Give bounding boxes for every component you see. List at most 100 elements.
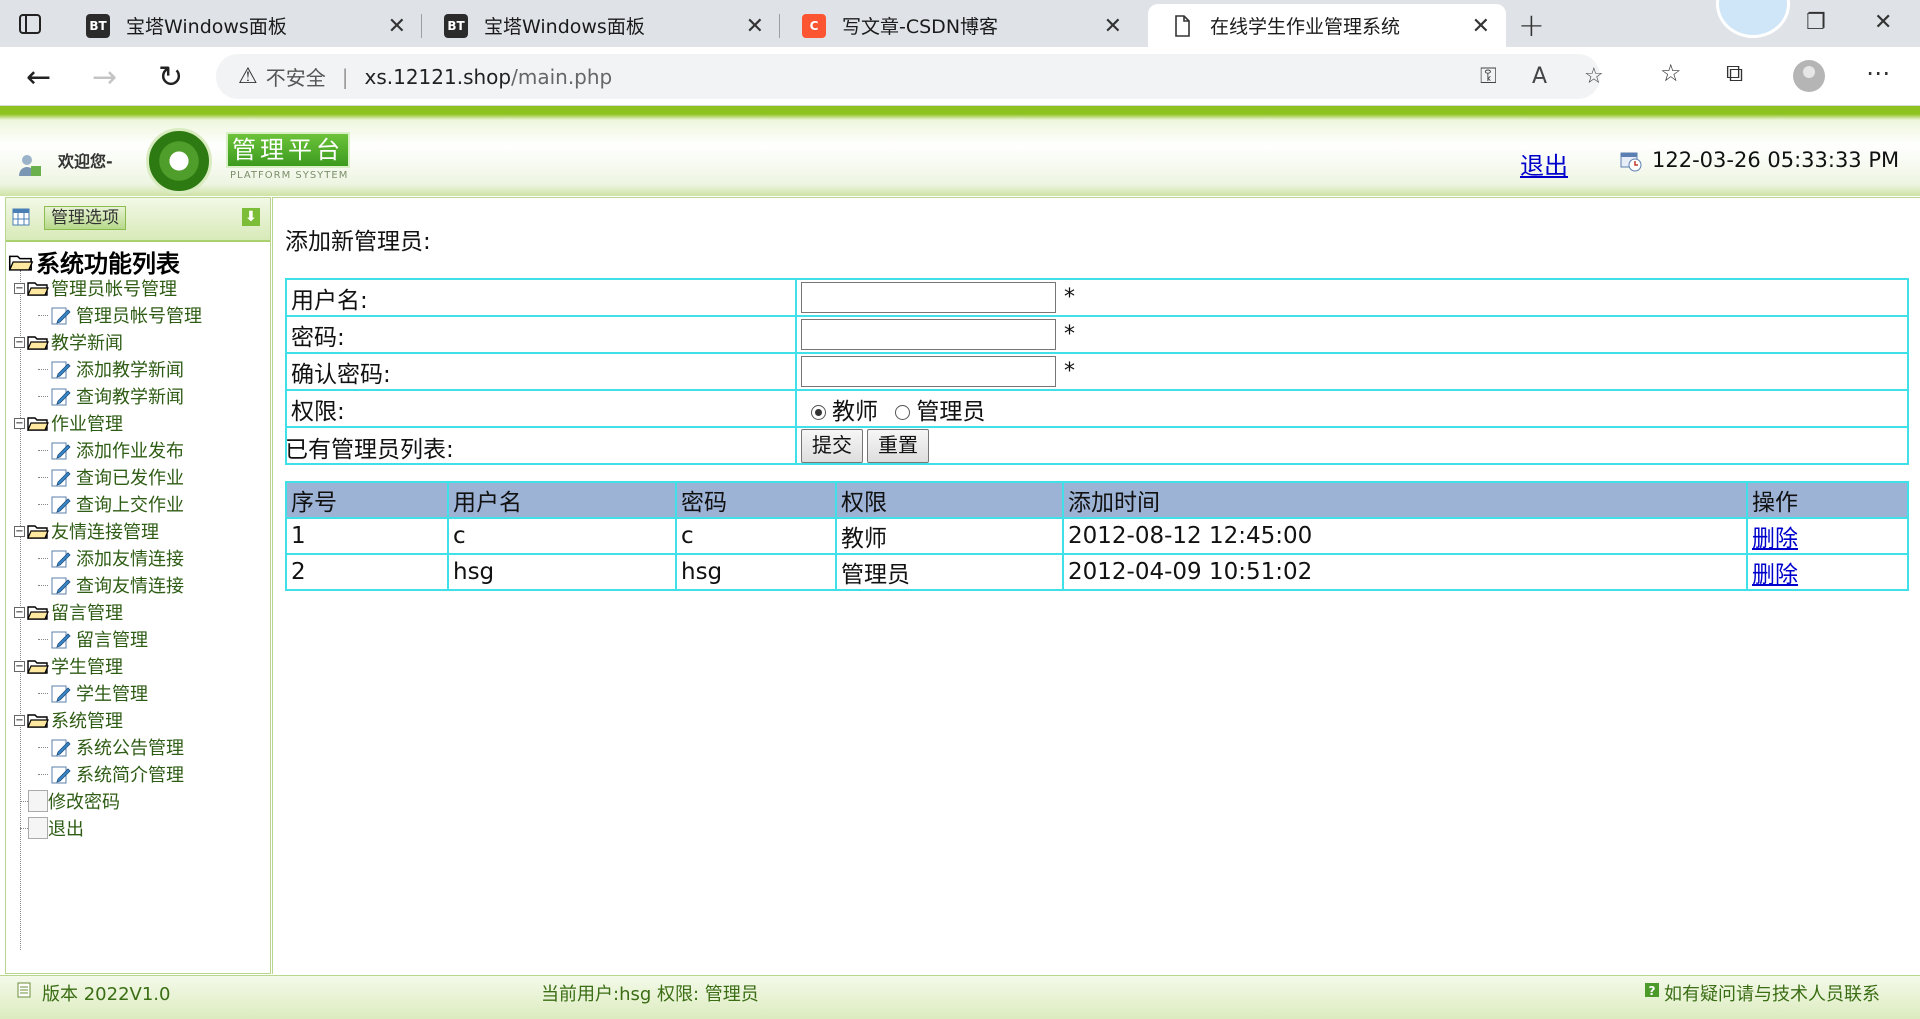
favorites-icon[interactable]: ☆ [1660, 59, 1682, 87]
header-datetime: 122-03-26 05:33:33 PM [1652, 148, 1900, 172]
close-tab-icon[interactable]: ✕ [1472, 14, 1490, 39]
delete-link[interactable]: 删除 [1752, 562, 1798, 588]
sidebar-item-label: 查询教学新闻 [76, 387, 184, 408]
password-input[interactable] [801, 319, 1056, 350]
tab-actions-icon[interactable] [18, 12, 42, 36]
cell-action: 删除 [1746, 517, 1909, 555]
close-window-icon[interactable]: ✕ [1874, 10, 1892, 35]
refresh-icon[interactable]: ↻ [158, 60, 183, 95]
sidebar-item[interactable]: 管理员帐号管理 [38, 302, 202, 328]
confirm-password-label: 确认密码: [285, 352, 797, 391]
edit-pen-icon [51, 442, 71, 460]
sidebar-item[interactable]: 查询已发作业 [38, 464, 184, 490]
add-favorite-icon[interactable]: ☆ [1584, 64, 1604, 89]
sidebar-group[interactable]: − 管理员帐号管理 [14, 275, 177, 301]
role-admin-label[interactable]: 管理员 [916, 399, 985, 425]
sidebar-item[interactable]: 添加教学新闻 [38, 356, 184, 382]
key-icon[interactable]: ⚿ [1480, 64, 1497, 89]
collapse-minus-icon[interactable]: − [14, 606, 25, 618]
cell-action: 删除 [1746, 553, 1909, 591]
close-tab-icon[interactable]: ✕ [1104, 14, 1122, 39]
collapse-minus-icon[interactable]: − [14, 336, 25, 348]
role-cell: 教师 管理员 [795, 389, 1909, 428]
edit-pen-icon [51, 496, 71, 514]
role-teacher-label[interactable]: 教师 [832, 399, 878, 425]
sidebar-group[interactable]: − 系统管理 [14, 707, 123, 733]
sidebar-item-label: 管理员帐号管理 [76, 306, 202, 327]
sidebar-group-label: 学生管理 [51, 657, 123, 678]
sidebar-item[interactable]: 添加友情连接 [38, 545, 184, 571]
role-teacher-radio[interactable] [811, 404, 826, 420]
sidebar-item[interactable]: 留言管理 [38, 626, 148, 652]
collapse-minus-icon[interactable]: − [14, 525, 25, 537]
tree-connector [38, 638, 48, 640]
tree-connector [20, 800, 28, 802]
edit-pen-icon [51, 550, 71, 568]
collapse-minus-icon[interactable]: − [14, 417, 25, 429]
sidebar-group[interactable]: − 友情连接管理 [14, 518, 159, 544]
sidebar-item-label: 学生管理 [76, 684, 148, 705]
cell-id: 2 [285, 553, 449, 591]
sidebar-item[interactable]: 添加作业发布 [38, 437, 184, 463]
sidebar-extra-item[interactable]: 退出 [20, 815, 84, 841]
sidebar-group[interactable]: − 学生管理 [14, 653, 123, 679]
add-admin-title: 添加新管理员: [285, 229, 431, 255]
more-menu-icon[interactable]: ⋯ [1866, 59, 1890, 87]
collapse-minus-icon[interactable]: − [14, 660, 25, 672]
browser-tab-4-active[interactable]: 在线学生作业管理系统 ✕ [1148, 4, 1506, 47]
collapse-minus-icon[interactable]: − [14, 714, 25, 726]
sidebar-item-label: 系统简介管理 [76, 765, 184, 786]
sidebar-item[interactable]: 查询教学新闻 [38, 383, 184, 409]
cell-id: 1 [285, 517, 449, 555]
col-header: 添加时间 [1062, 481, 1748, 519]
browser-tab-3[interactable]: C 写文章-CSDN博客 ✕ [780, 4, 1138, 47]
role-admin-radio[interactable] [895, 404, 911, 420]
sidebar-group-label: 系统管理 [51, 711, 123, 732]
read-aloud-icon[interactable]: A [1532, 64, 1547, 89]
sidebar: 管理选项 ⬇ 系统功能列表 − 管理员帐号管理管理员帐号管理 − 教学新闻 添加教学新闻… [5, 197, 271, 974]
tree-root[interactable]: 系统功能列表 [8, 244, 180, 279]
sidebar-group[interactable]: − 留言管理 [14, 599, 123, 625]
forward-arrow-icon[interactable]: → [92, 60, 117, 95]
sidebar-group[interactable]: − 作业管理 [14, 410, 123, 436]
header-logout-link[interactable]: 退出 [1520, 146, 1568, 181]
browser-tab-2[interactable]: BT 宝塔Windows面板 ✕ [422, 4, 780, 47]
delete-link[interactable]: 删除 [1752, 526, 1798, 552]
sidebar-item[interactable]: 系统公告管理 [38, 734, 184, 760]
close-tab-icon[interactable]: ✕ [388, 14, 406, 39]
collapse-minus-icon[interactable]: − [14, 282, 25, 294]
url-path: /main.php [511, 64, 613, 89]
sidebar-group[interactable]: − 教学新闻 [14, 329, 123, 355]
tree-connector [38, 746, 48, 748]
bt-favicon-icon: BT [86, 13, 110, 38]
sidebar-item[interactable]: 查询上交作业 [38, 491, 184, 517]
restore-window-icon[interactable]: ❐ [1806, 10, 1826, 35]
collapse-down-icon[interactable]: ⬇ [242, 208, 260, 226]
profile-avatar-icon[interactable] [1793, 60, 1825, 92]
username-input[interactable] [801, 282, 1056, 313]
confirm-password-input[interactable] [801, 356, 1056, 387]
submit-button[interactable]: 提交 [801, 428, 863, 463]
back-arrow-icon[interactable]: ← [26, 60, 51, 95]
address-bar[interactable]: ⚠ 不安全 | xs.12121.shop/main.php ⚿ A ☆ [216, 54, 1604, 99]
new-tab-plus-icon[interactable]: + [1518, 6, 1545, 44]
sidebar-group-label: 作业管理 [51, 414, 123, 435]
sidebar-item[interactable]: 学生管理 [38, 680, 148, 706]
sidebar-item[interactable]: 系统简介管理 [38, 761, 184, 787]
edit-pen-icon [51, 739, 71, 757]
cell-username: hsg [447, 553, 677, 591]
reset-button[interactable]: 重置 [867, 428, 929, 463]
close-tab-icon[interactable]: ✕ [746, 14, 764, 39]
sidebar-group-label: 友情连接管理 [51, 522, 159, 543]
browser-tab-1[interactable]: BT 宝塔Windows面板 ✕ [64, 4, 422, 47]
edit-pen-icon [51, 685, 71, 703]
sidebar-header: 管理选项 ⬇ [6, 198, 270, 242]
app-header: 欢迎您- 管理平台 PLATFORM SYSYTEM 退出 122-03-26 … [0, 106, 1920, 196]
greeting-text: 欢迎您- [58, 152, 113, 171]
collections-icon[interactable]: ⧉ [1726, 59, 1743, 87]
sidebar-item-label: 添加友情连接 [76, 549, 184, 570]
tab-title: 宝塔Windows面板 [484, 16, 645, 38]
sidebar-extra-item[interactable]: 修改密码 [20, 788, 120, 814]
sidebar-item[interactable]: 查询友情连接 [38, 572, 184, 598]
tree-connector [20, 827, 28, 829]
